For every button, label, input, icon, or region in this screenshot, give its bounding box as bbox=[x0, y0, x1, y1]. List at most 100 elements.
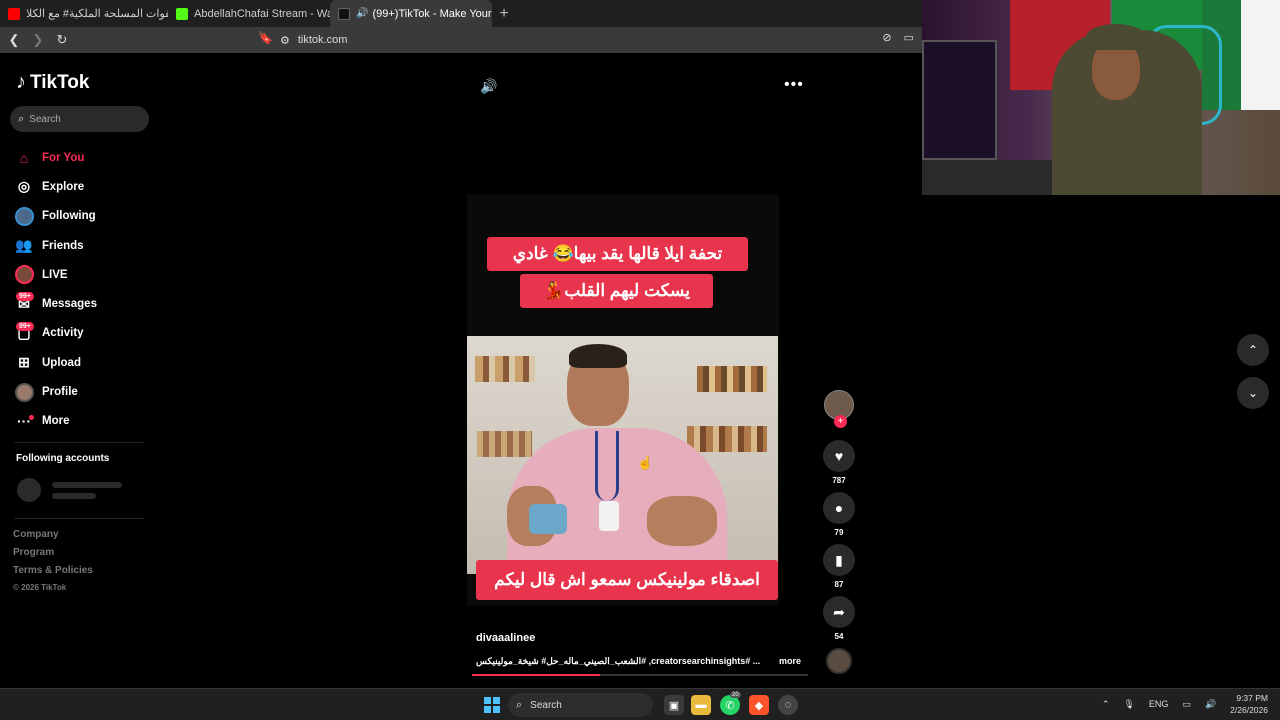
more-options-icon[interactable]: ••• bbox=[784, 76, 804, 94]
share-count: 54 bbox=[834, 632, 844, 641]
comment-count: 79 bbox=[834, 528, 844, 537]
cast-off-icon[interactable]: ⊘ bbox=[882, 31, 891, 44]
taskbar-search[interactable]: ⌕ Search bbox=[508, 693, 653, 717]
activity-badge: 99+ bbox=[16, 321, 34, 331]
tab-tiktok[interactable]: 🔊 (99+)TikTok - Make Your Day ✕ bbox=[330, 0, 492, 27]
friends-icon: 👥 bbox=[15, 237, 33, 254]
browser-toolbar: ❮ ❯ ↻ 🔖 ⚙ tiktok.com ⊘ ▭ bbox=[0, 27, 922, 53]
footer-links: Company Program Terms & Policies © 2026 … bbox=[13, 529, 93, 592]
task-view-icon[interactable]: ▣ bbox=[664, 695, 684, 715]
address-bar[interactable]: ⚙ tiktok.com bbox=[280, 30, 347, 50]
sidebar-item-label: Upload bbox=[42, 356, 81, 369]
system-tray: ⌃ 🎙 ENG ▭ 🔊 9:37 PM 2/26/2026 bbox=[1102, 692, 1268, 716]
footer-link-company[interactable]: Company bbox=[13, 529, 93, 547]
sidebar-item-live[interactable]: LIVE bbox=[14, 260, 154, 289]
sidebar-item-activity[interactable]: ▢ 99+ Activity bbox=[14, 319, 154, 348]
tray-chevron-icon[interactable]: ⌃ bbox=[1102, 699, 1110, 710]
gaming-monitor bbox=[922, 40, 997, 160]
sidebar-item-more[interactable]: ··· More bbox=[14, 407, 154, 436]
logo-text: TikTok bbox=[30, 71, 90, 93]
sidebar-item-for-you[interactable]: ⌂ For You bbox=[14, 143, 154, 172]
url-text: tiktok.com bbox=[297, 34, 348, 46]
tiktok-logo[interactable]: ♪ TikTok bbox=[16, 71, 89, 94]
app-icon[interactable]: ◌ bbox=[778, 695, 798, 715]
bookmark-icon[interactable]: 🔖 bbox=[258, 31, 273, 45]
sidebar-item-label: Activity bbox=[42, 327, 84, 340]
save-count: 87 bbox=[834, 580, 844, 589]
windows-start-icon[interactable] bbox=[484, 697, 500, 713]
like-button[interactable]: ♥ bbox=[823, 440, 855, 472]
sidebar-item-explore[interactable]: ◎ Explore bbox=[14, 172, 154, 201]
tab-title: AbdellahChafai Stream - Watch Live o bbox=[194, 7, 330, 20]
sidebar-item-following[interactable]: Following bbox=[14, 202, 154, 231]
brave-browser-icon[interactable]: ◆ bbox=[749, 695, 769, 715]
file-explorer-icon[interactable]: ▬ bbox=[691, 695, 711, 715]
more-dot-badge bbox=[29, 414, 34, 420]
share-button[interactable]: ➦ bbox=[823, 596, 855, 628]
follow-plus-icon[interactable]: + bbox=[834, 415, 847, 428]
search-icon: ⌕ bbox=[18, 112, 25, 125]
clock[interactable]: 9:37 PM 2/26/2026 bbox=[1230, 692, 1268, 716]
sidebar-item-upload[interactable]: ⊞ Upload bbox=[14, 348, 154, 377]
chevron-down-icon: ⌄ bbox=[1247, 386, 1259, 400]
chevron-up-icon: ⌃ bbox=[1247, 343, 1259, 357]
save-button[interactable]: ▮ bbox=[823, 544, 855, 576]
music-disc-avatar[interactable] bbox=[826, 648, 852, 674]
creator-avatar[interactable]: + bbox=[824, 390, 854, 428]
like-count: 787 bbox=[832, 476, 846, 485]
following-accounts-title: Following accounts bbox=[16, 453, 110, 464]
sidebar-item-label: Friends bbox=[42, 239, 84, 252]
clock-date: 2/26/2026 bbox=[1230, 705, 1268, 715]
skeleton-avatar bbox=[17, 478, 41, 502]
tiktok-favicon-icon bbox=[338, 7, 350, 20]
forward-icon[interactable]: ❯ bbox=[28, 32, 48, 48]
footer-link-program[interactable]: Program bbox=[13, 547, 93, 565]
description-more-link[interactable]: more bbox=[779, 656, 801, 666]
volume-icon[interactable]: 🔊 bbox=[480, 78, 497, 95]
whatsapp-badge: 20 bbox=[730, 692, 741, 698]
lanyard bbox=[595, 431, 619, 501]
sidebar-item-label: LIVE bbox=[42, 268, 68, 281]
sidebar-item-messages[interactable]: ✉ 99+ Messages bbox=[14, 289, 154, 318]
volume-tray-icon[interactable]: 🔊 bbox=[1205, 699, 1216, 710]
comment-icon: ● bbox=[834, 500, 844, 516]
share-icon: ➦ bbox=[833, 603, 845, 620]
sidebar-item-label: For You bbox=[42, 151, 85, 164]
search-input[interactable]: ⌕ Search bbox=[10, 106, 149, 132]
profile-avatar bbox=[14, 382, 34, 402]
video-description: الشعب_الصيني_ماله_حل# شيخة_مولينيكس# ,cr… bbox=[476, 656, 761, 666]
next-video-button[interactable]: ⌄ bbox=[1237, 377, 1269, 409]
sidebar-item-label: Messages bbox=[42, 298, 97, 311]
site-info-icon[interactable]: ⚙ bbox=[280, 34, 290, 47]
whatsapp-icon[interactable]: ✆ bbox=[720, 695, 740, 715]
language-indicator[interactable]: ENG bbox=[1149, 699, 1169, 709]
divider bbox=[14, 442, 144, 443]
footer-link-terms[interactable]: Terms & Policies bbox=[13, 565, 93, 583]
tab-kick-stream[interactable]: AbdellahChafai Stream - Watch Live o bbox=[168, 0, 330, 27]
reload-icon[interactable]: ↻ bbox=[52, 32, 72, 48]
back-icon[interactable]: ❮ bbox=[4, 32, 24, 48]
sidebar-item-friends[interactable]: 👥 Friends bbox=[14, 231, 154, 260]
video-author[interactable]: divaaalinee bbox=[476, 632, 535, 644]
comment-button[interactable]: ● bbox=[823, 492, 855, 524]
kick-favicon-icon bbox=[176, 7, 188, 20]
caption-top-line1: تحفة ايلا قالها يقد بيها😂 غادي bbox=[487, 237, 748, 271]
streamer-cap bbox=[1086, 24, 1146, 50]
cast-icon[interactable]: ▭ bbox=[904, 31, 914, 44]
new-tab-button[interactable]: + bbox=[492, 0, 516, 27]
previous-video-button[interactable]: ⌃ bbox=[1237, 334, 1269, 366]
desk bbox=[922, 160, 1052, 195]
sidebar-item-profile[interactable]: Profile bbox=[14, 377, 154, 406]
sidebar-item-label: More bbox=[42, 415, 70, 428]
video-progress-bar[interactable] bbox=[472, 674, 808, 676]
tiktok-note-icon: ♪ bbox=[16, 71, 26, 93]
taskbar-search-placeholder: Search bbox=[530, 699, 562, 711]
microphone-icon[interactable]: 🎙 bbox=[1123, 699, 1134, 710]
bookmark-icon: ▮ bbox=[835, 551, 843, 568]
sidebar-item-label: Explore bbox=[42, 180, 85, 193]
tab-youtube[interactable]: نشيد القوات المسلحة الملكية# مع الكلا bbox=[0, 0, 168, 27]
mouse-cursor-icon: ☝ bbox=[637, 455, 654, 470]
following-avatar bbox=[14, 206, 34, 226]
display-icon[interactable]: ▭ bbox=[1182, 699, 1191, 710]
sidebar-item-label: Profile bbox=[42, 386, 78, 399]
